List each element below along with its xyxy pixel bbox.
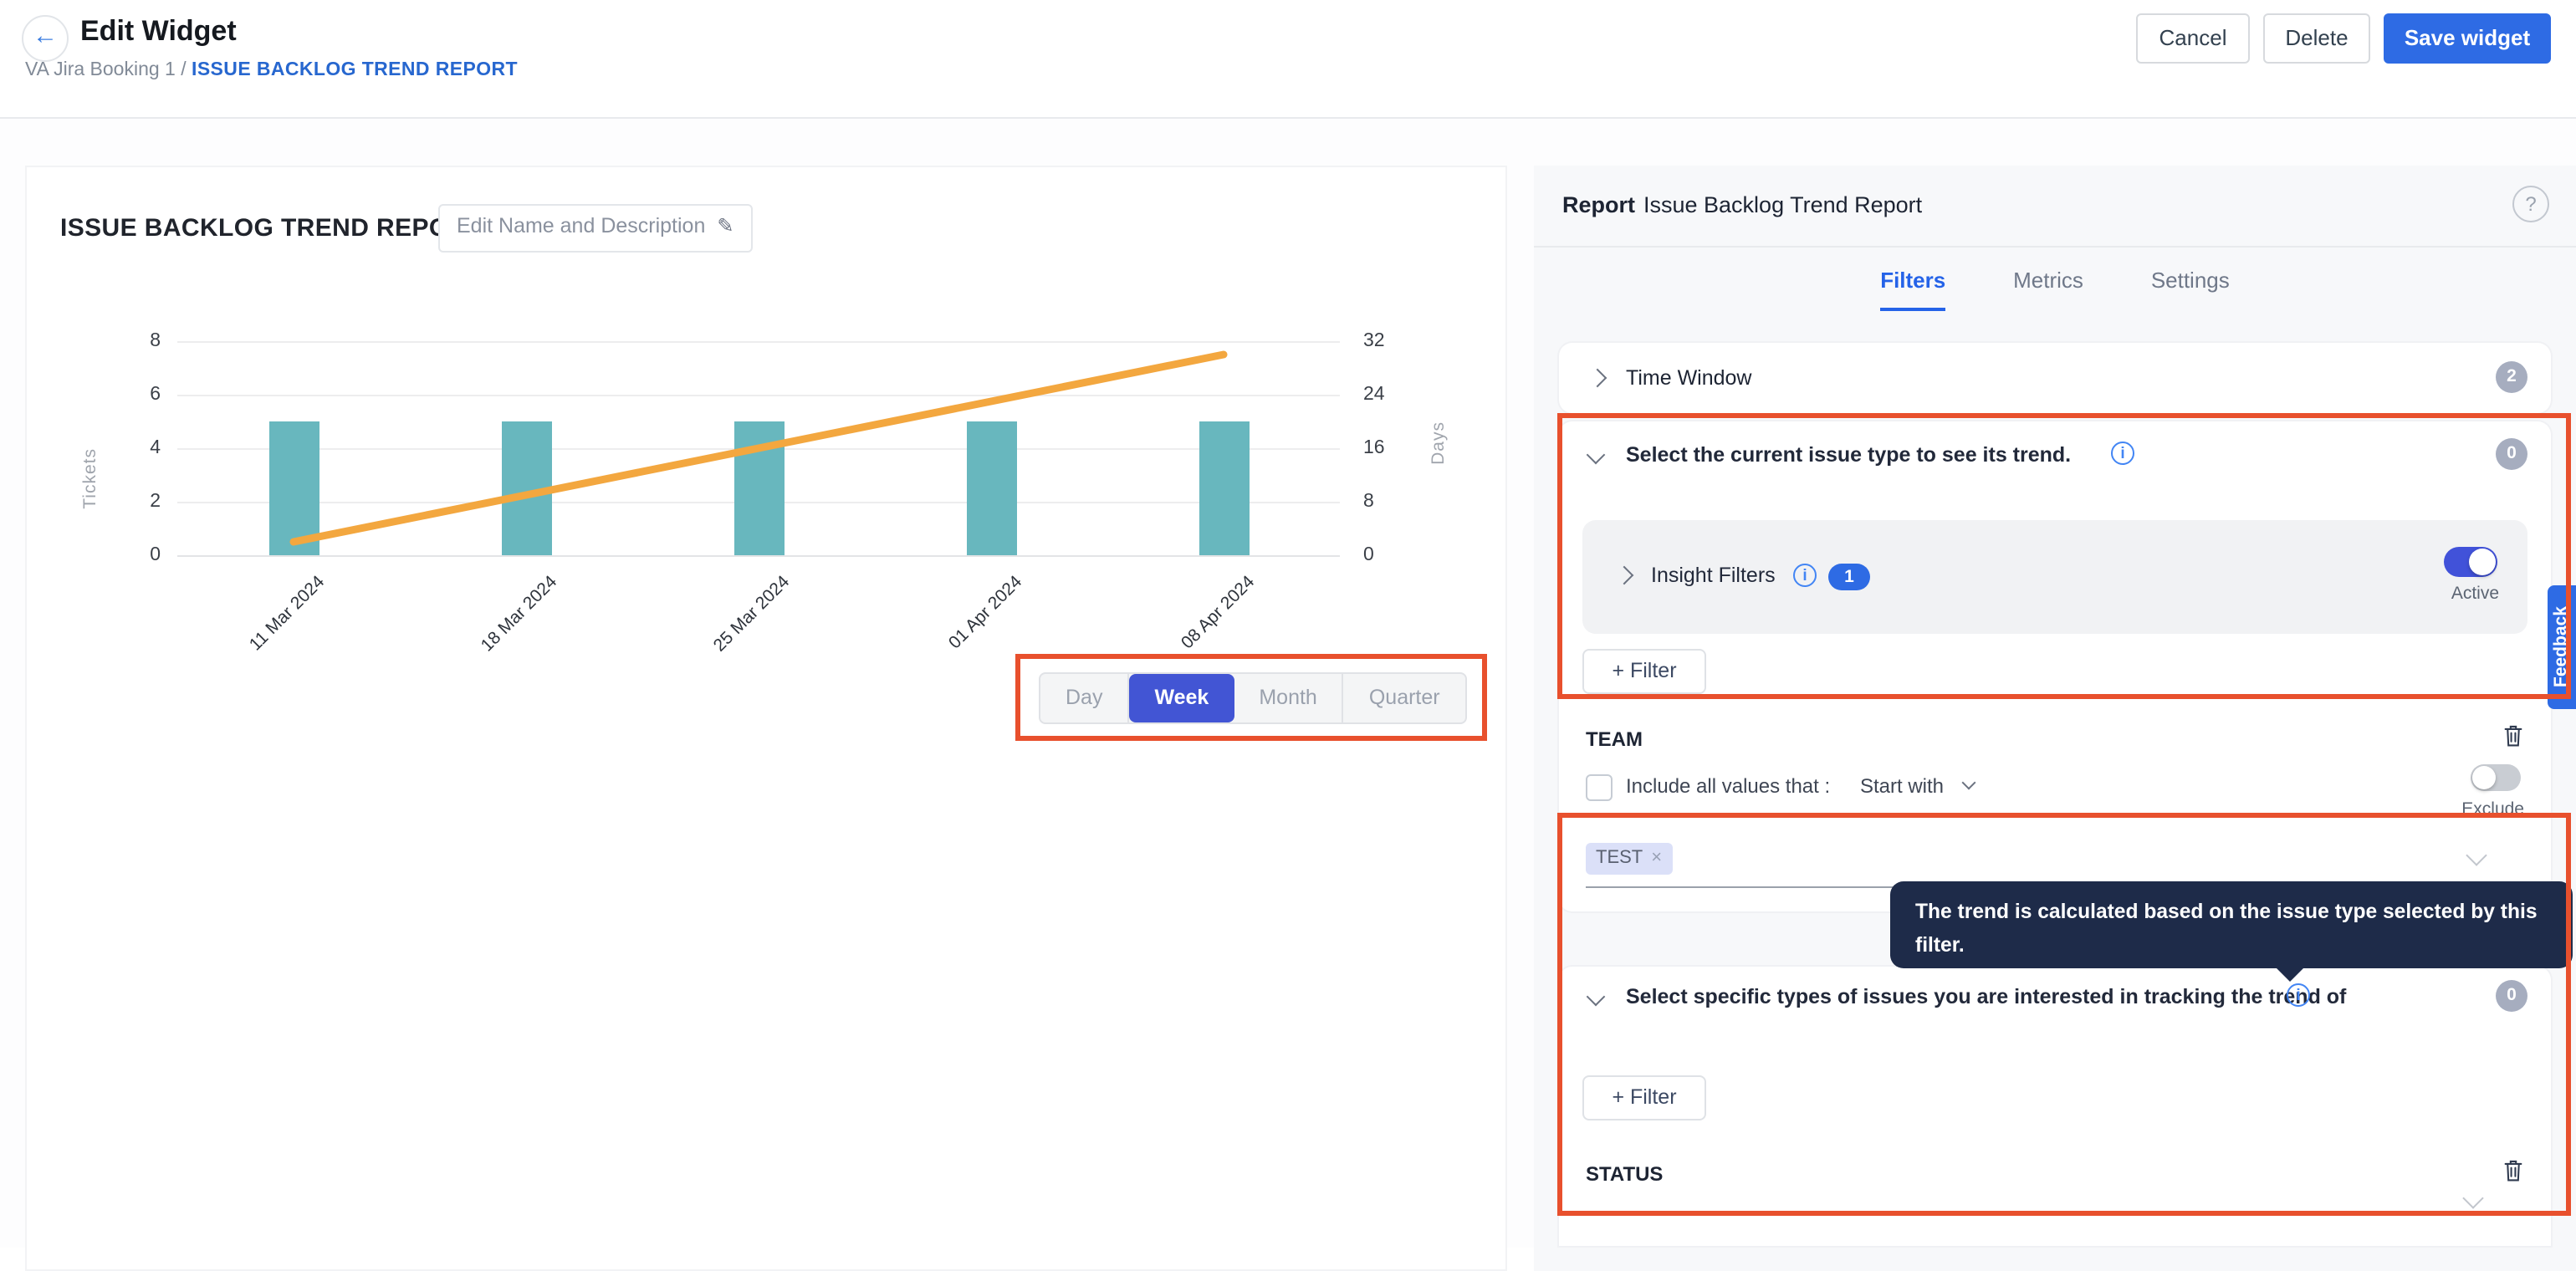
close-icon[interactable]: × xyxy=(1651,848,1662,868)
feedback-tab[interactable]: Feedback xyxy=(2548,585,2576,709)
tooltip-arrow xyxy=(2277,968,2303,982)
trend-chart: Tickets Days 024680816243211 Mar 202418 … xyxy=(27,268,1509,870)
team-value-tag: TEST × xyxy=(1586,843,1672,875)
time-window-section[interactable]: Time Window 2 xyxy=(1559,343,2551,413)
left-axis-tick: 6 xyxy=(104,385,161,405)
status-filter-label: STATUS xyxy=(1586,1162,1663,1186)
chevron-right-icon[interactable] xyxy=(1615,566,1634,585)
edit-widget-page: ← Edit Widget VA Jira Booking 1 / ISSUE … xyxy=(0,0,2576,1248)
back-button[interactable]: ← xyxy=(22,15,69,62)
x-axis-label: 18 Mar 2024 xyxy=(440,572,560,692)
breadcrumb: VA Jira Booking 1 / ISSUE BACKLOG TREND … xyxy=(25,60,518,80)
chevron-down-icon[interactable] xyxy=(1962,776,1976,790)
info-icon[interactable]: i xyxy=(2111,442,2134,465)
help-icon[interactable]: ? xyxy=(2512,186,2549,222)
info-glyph: i xyxy=(1802,567,1807,585)
widget-title: ISSUE BACKLOG TREND REPORT xyxy=(60,214,483,242)
breadcrumb-prefix: VA Jira Booking 1 / xyxy=(25,60,192,80)
right-axis-title: Days xyxy=(1429,421,1449,465)
right-axis-tick: 32 xyxy=(1363,331,1420,351)
panel-tabs: Filters Metrics Settings xyxy=(1534,266,2576,311)
page-header: ← Edit Widget VA Jira Booking 1 / ISSUE … xyxy=(0,0,2576,119)
delete-button[interactable]: Delete xyxy=(2263,13,2370,64)
insight-filters-label: Insight Filters xyxy=(1651,564,1776,587)
left-axis-tick: 2 xyxy=(104,492,161,512)
toggle-knob xyxy=(2472,766,2496,789)
team-value-text: TEST xyxy=(1596,848,1643,868)
period-switcher: Day Week Month Quarter xyxy=(1039,672,1467,724)
edit-name-description-button[interactable]: Edit Name and Description ✎ xyxy=(438,204,753,253)
chevron-down-icon[interactable] xyxy=(2466,845,2487,865)
tooltip-line2: If no filters are selected, all issues w… xyxy=(1915,962,2573,995)
panel-title: Report Issue Backlog Trend Report xyxy=(1562,192,1922,217)
right-axis-tick: 8 xyxy=(1363,492,1420,512)
trend-line xyxy=(177,341,1340,572)
operator-select[interactable]: Start with xyxy=(1860,774,1944,798)
question-glyph: ? xyxy=(2525,192,2536,216)
issue-type-section-label: Select the current issue type to see its… xyxy=(1626,443,2071,467)
time-window-badge: 2 xyxy=(2496,361,2527,393)
left-axis-tick: 4 xyxy=(104,438,161,458)
right-axis-tick: 16 xyxy=(1363,438,1420,458)
exclude-toggle-label: Exclude xyxy=(2461,799,2524,819)
info-icon[interactable]: i xyxy=(1793,564,1817,587)
right-axis-tick: 24 xyxy=(1363,385,1420,405)
x-axis-label: 11 Mar 2024 xyxy=(207,572,328,692)
cancel-button[interactable]: Cancel xyxy=(2136,13,2250,64)
issue-type-section-badge: 0 xyxy=(2496,438,2527,470)
status-select-underline[interactable] xyxy=(1586,1211,2330,1214)
pencil-icon: ✎ xyxy=(717,214,733,237)
tab-filters[interactable]: Filters xyxy=(1880,268,1945,311)
trend-tooltip: The trend is calculated based on the iss… xyxy=(1890,881,2573,968)
panel-title-rest: Issue Backlog Trend Report xyxy=(1643,192,1922,217)
trash-icon[interactable] xyxy=(2501,722,2526,758)
breadcrumb-link[interactable]: ISSUE BACKLOG TREND REPORT xyxy=(192,60,518,80)
add-filter-button[interactable]: + Filter xyxy=(1582,649,1706,694)
active-toggle-label: Active xyxy=(2451,584,2499,604)
panel-title-bold: Report xyxy=(1562,192,1635,217)
feedback-label: Feedback xyxy=(2548,585,2576,709)
add-filter-button[interactable]: + Filter xyxy=(1582,1075,1706,1120)
right-axis-tick: 0 xyxy=(1363,545,1420,565)
time-window-label: Time Window xyxy=(1626,366,1752,390)
panel-divider xyxy=(1534,246,2576,248)
left-axis-title: Tickets xyxy=(80,448,100,509)
period-option-day[interactable]: Day xyxy=(1040,674,1129,722)
chevron-right-icon xyxy=(1588,369,1607,388)
trash-icon[interactable] xyxy=(2501,1157,2526,1192)
x-axis-label: 25 Mar 2024 xyxy=(672,572,793,692)
info-glyph: i xyxy=(2120,445,2124,463)
chevron-down-icon[interactable] xyxy=(2462,1187,2483,1208)
report-settings-panel: Report Issue Backlog Trend Report ? Filte… xyxy=(1534,166,2576,1271)
left-axis-tick: 0 xyxy=(104,545,161,565)
tooltip-line1: The trend is calculated based on the iss… xyxy=(1915,896,2573,962)
insight-filters-count-badge: 1 xyxy=(1828,564,1870,590)
widget-chart-card: ISSUE BACKLOG TREND REPORT Edit Name and… xyxy=(25,166,1507,1271)
tab-settings[interactable]: Settings xyxy=(2151,268,2230,308)
edit-name-description-label: Edit Name and Description xyxy=(457,214,705,237)
x-axis-label: 01 Apr 2024 xyxy=(905,572,1025,692)
issue-type-section: Select the current issue type to see its… xyxy=(1559,421,2551,911)
chevron-down-icon[interactable] xyxy=(1587,988,1606,1007)
active-toggle[interactable] xyxy=(2444,547,2497,577)
save-widget-button[interactable]: Save widget xyxy=(2384,13,2551,64)
specific-types-section: Select specific types of issues you are … xyxy=(1559,967,2551,1246)
insight-filters-card: Insight Filters i 1 Active xyxy=(1582,520,2527,634)
chevron-down-icon[interactable] xyxy=(1587,446,1606,465)
left-axis-tick: 8 xyxy=(104,331,161,351)
team-filter-label: TEAM xyxy=(1586,727,1643,751)
exclude-toggle[interactable] xyxy=(2471,764,2521,791)
back-arrow-icon: ← xyxy=(33,22,58,50)
period-option-week[interactable]: Week xyxy=(1129,674,1234,722)
period-option-month[interactable]: Month xyxy=(1234,674,1344,722)
include-all-label: Include all values that : xyxy=(1626,774,1830,798)
period-option-quarter[interactable]: Quarter xyxy=(1344,674,1465,722)
include-all-checkbox[interactable] xyxy=(1586,774,1613,801)
toggle-knob xyxy=(2469,549,2496,575)
tab-metrics[interactable]: Metrics xyxy=(2013,268,2083,308)
page-title: Edit Widget xyxy=(80,15,237,48)
